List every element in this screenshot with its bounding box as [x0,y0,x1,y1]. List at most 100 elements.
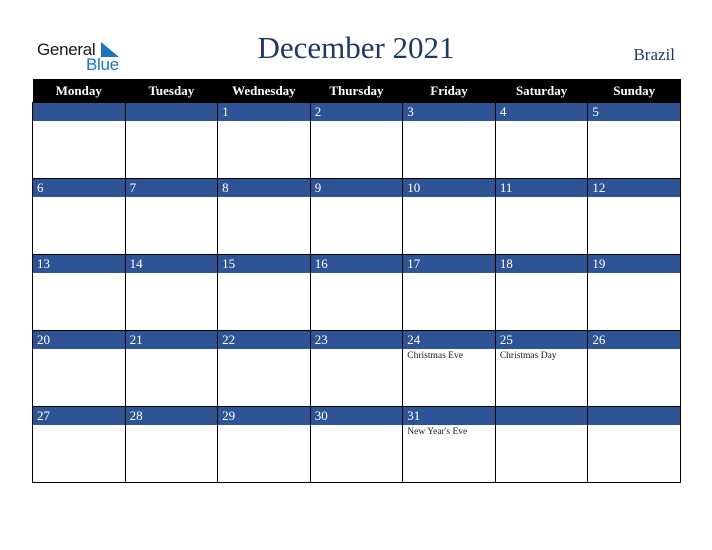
holiday-label [126,121,218,123]
day-cell[interactable]: 14 [124,254,219,331]
holiday-label [126,425,218,427]
day-number: 12 [588,179,680,197]
day-number: 15 [218,255,310,273]
day-cell[interactable]: 29 [217,406,311,483]
day-cell[interactable]: 17 [402,254,496,331]
day-cell[interactable] [494,406,589,483]
day-cell[interactable]: 18 [494,254,589,331]
day-cell[interactable]: 27 [32,406,126,483]
holiday-label: Christmas Day [499,351,557,361]
day-cell[interactable]: 11 [494,178,589,255]
day-number [125,103,218,121]
day-cell[interactable] [124,102,219,179]
weekday-header: Monday [32,79,126,103]
weekday-header: Sunday [587,79,681,103]
day-cell[interactable]: 15 [217,254,311,331]
holiday-label [33,121,125,123]
day-number: 23 [310,331,403,349]
holiday-label [588,349,680,351]
day-number: 26 [588,331,680,349]
day-cell[interactable]: 30 [309,406,404,483]
holiday-label [218,121,310,123]
holiday-label [403,273,495,275]
day-number: 29 [218,407,310,425]
holiday-label [218,425,310,427]
day-number: 31 [403,407,495,425]
weekday-header: Tuesday [125,79,218,103]
calendar-grid: Monday Tuesday Wednesday Thursday Friday… [32,79,681,483]
day-number: 16 [310,255,403,273]
day-number: 14 [125,255,218,273]
holiday-label [403,121,495,123]
holiday-label: Christmas Eve [407,351,463,361]
day-number: 30 [310,407,403,425]
holiday-label [33,349,125,351]
day-number [588,407,680,425]
holiday-label [588,273,680,275]
day-cell[interactable]: 22 [217,330,311,407]
holiday-label [311,349,403,351]
day-cell[interactable]: 20 [32,330,126,407]
day-number: 6 [33,179,125,197]
day-number: 2 [310,103,403,121]
holiday-label [496,197,588,199]
holiday-label [311,121,403,123]
day-cell[interactable]: 21 [124,330,219,407]
day-number [495,407,588,425]
holiday-label [588,425,680,427]
day-cell[interactable]: 28 [124,406,219,483]
holiday-label [33,197,125,199]
day-cell[interactable]: 9 [309,178,404,255]
holiday-label [588,121,680,123]
day-cell[interactable]: 25 Christmas Day [494,330,589,407]
day-cell[interactable]: 24 Christmas Eve [402,330,496,407]
day-cell[interactable]: 3 [402,102,496,179]
day-number: 9 [310,179,403,197]
day-number: 19 [588,255,680,273]
calendar-title: December 2021 [257,30,455,65]
day-cell[interactable]: 8 [217,178,311,255]
holiday-label [311,425,403,427]
holiday-label [218,349,310,351]
day-number: 21 [125,331,218,349]
holiday-label [496,121,588,123]
day-cell[interactable]: 4 [494,102,589,179]
day-number: 10 [403,179,495,197]
day-cell[interactable]: 26 [587,330,681,407]
day-number: 8 [218,179,310,197]
day-cell[interactable]: 19 [587,254,681,331]
weekday-header-row: Monday Tuesday Wednesday Thursday Friday… [32,79,681,103]
day-number: 7 [125,179,218,197]
day-number: 24 [403,331,495,349]
weekday-header: Thursday [310,79,403,103]
day-cell[interactable]: 6 [32,178,126,255]
holiday-label [218,197,310,199]
day-cell[interactable]: 10 [402,178,496,255]
week-row: 6 7 8 9 10 11 12 [32,178,681,255]
week-row: 13 14 15 16 17 18 19 [32,254,681,331]
holiday-label [496,273,588,275]
holiday-label [403,197,495,199]
day-cell[interactable]: 23 [309,330,404,407]
day-cell[interactable]: 31 New Year's Eve [402,406,496,483]
holiday-label: New Year's Eve [407,427,468,437]
day-number: 13 [33,255,125,273]
day-cell[interactable] [32,102,126,179]
day-number: 20 [33,331,125,349]
day-cell[interactable]: 7 [124,178,219,255]
day-cell[interactable]: 2 [309,102,404,179]
week-row: 20 21 22 23 24 Christmas Eve 25 Christmas Day 26 [32,330,681,407]
day-number: 11 [495,179,588,197]
day-number: 22 [218,331,310,349]
day-number: 28 [125,407,218,425]
day-cell[interactable]: 13 [32,254,126,331]
day-cell[interactable] [587,406,681,483]
day-cell[interactable]: 16 [309,254,404,331]
day-cell[interactable]: 5 [587,102,681,179]
holiday-label [311,273,403,275]
week-row: 27 28 29 30 31 New Year's Eve [32,406,681,483]
day-number: 3 [403,103,495,121]
holiday-label [218,273,310,275]
day-cell[interactable]: 1 [217,102,311,179]
day-cell[interactable]: 12 [587,178,681,255]
